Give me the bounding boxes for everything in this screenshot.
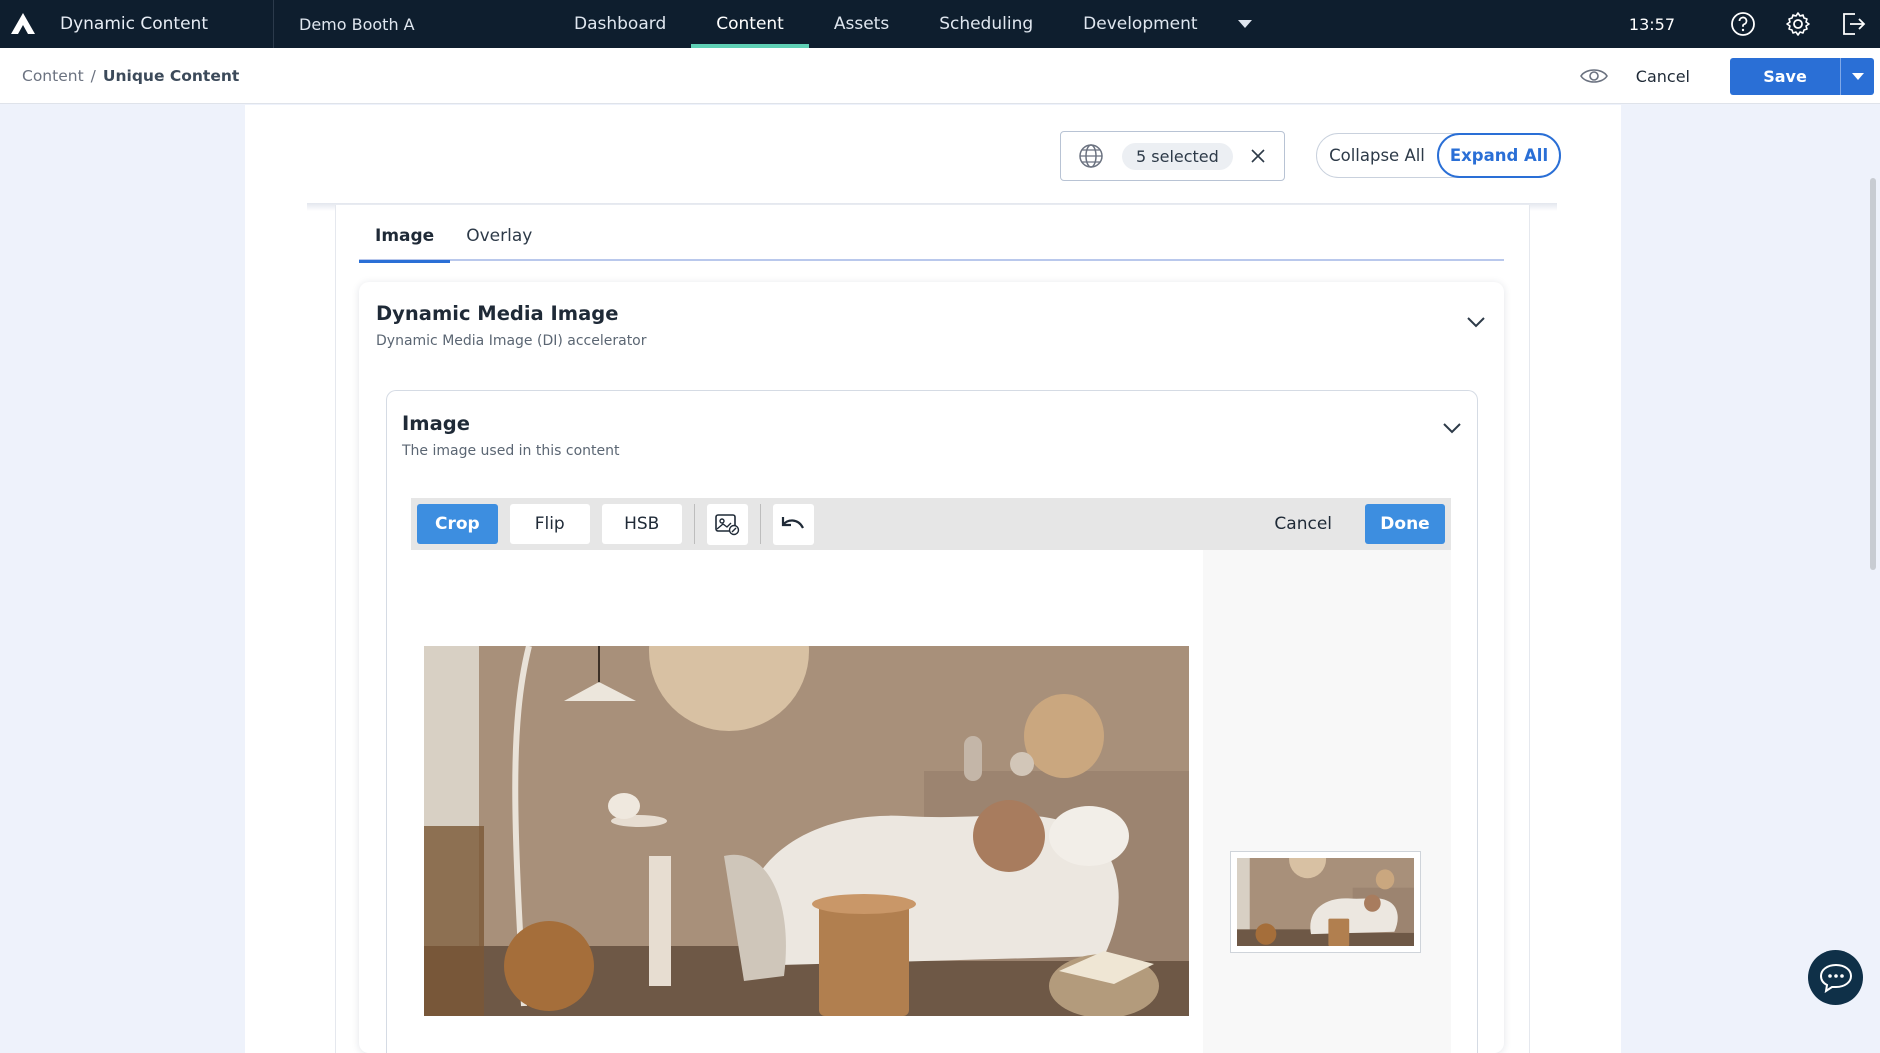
editor-done-button[interactable]: Done [1365,504,1445,544]
main-nav: Dashboard Content Assets Scheduling Deve… [549,0,1267,48]
hsb-button[interactable]: HSB [601,504,682,544]
save-options-dropdown[interactable] [1840,57,1874,95]
image-thumbnail-frame [1230,851,1421,953]
logout-icon[interactable] [1825,0,1880,48]
editor-cancel-button[interactable]: Cancel [1274,514,1332,534]
app-name[interactable]: Dynamic Content [46,14,273,34]
editor-actions: Cancel Done [1274,504,1445,544]
nav-assets[interactable]: Assets [809,0,914,48]
top-right-tools: 13:57 [1629,0,1880,48]
locale-selected-chip: 5 selected [1122,142,1233,170]
card-subtitle: Dynamic Media Image (DI) accelerator [376,333,647,349]
content-actions: Cancel Save [1574,48,1880,104]
globe-icon [1079,144,1103,168]
eye-icon[interactable] [1574,56,1614,96]
nav-development[interactable]: Development [1058,0,1222,48]
clock: 13:57 [1628,14,1675,34]
dynamic-media-image-card: Dynamic Media Image Dynamic Media Image … [359,282,1504,1053]
hub-name[interactable]: Demo Booth A [273,0,549,48]
image-field-card: Image The image used in this content Cro… [386,390,1478,1053]
field-tabs: Image Overlay [359,211,1504,263]
save-button[interactable]: Save [1730,57,1840,95]
room-image[interactable] [424,646,1189,1016]
locale-filter[interactable]: 5 selected [1060,131,1285,181]
top-navigation-bar: Dynamic Content Demo Booth A Dashboard C… [0,0,1880,48]
clear-selection-icon[interactable] [1251,149,1265,163]
breadcrumb: Content / Unique Content [0,67,239,85]
page-scrollbar[interactable] [1870,178,1876,570]
crop-button[interactable]: Crop [417,504,498,544]
image-edit-icon[interactable] [706,503,748,545]
help-icon[interactable] [1715,0,1770,48]
tab-overlay[interactable]: Overlay [450,211,548,261]
content-panel: 5 selected Collapse All Expand All Image… [245,105,1621,1053]
breadcrumb-current: Unique Content [102,66,240,85]
nav-more-dropdown[interactable] [1223,0,1267,48]
save-button-group: Save [1730,57,1874,95]
preview-panel [1203,550,1451,1053]
expand-all-button[interactable]: Expand All [1437,133,1561,178]
breadcrumb-bar: Content / Unique Content Cancel Save [0,48,1880,104]
image-thumbnail[interactable] [1237,858,1414,946]
nav-dashboard[interactable]: Dashboard [549,0,691,48]
nav-content[interactable]: Content [691,0,809,48]
collapse-expand-toggle: Collapse All Expand All [1316,133,1561,178]
chevron-down-icon[interactable] [1464,310,1488,334]
card-title: Dynamic Media Image [376,302,619,325]
image-field-subtitle: The image used in this content [402,443,620,459]
app-logo-icon[interactable] [0,0,46,48]
chat-icon [1819,963,1852,993]
chat-button[interactable] [1808,950,1863,1005]
breadcrumb-content[interactable]: Content [22,67,84,85]
flip-button[interactable]: Flip [509,504,590,544]
tab-image[interactable]: Image [359,211,451,263]
undo-icon[interactable] [772,503,814,545]
collapse-all-button[interactable]: Collapse All [1317,134,1437,177]
image-field-title: Image [402,412,470,435]
cancel-button[interactable]: Cancel [1636,67,1690,86]
toolbar-divider [759,504,761,544]
chevron-down-icon[interactable] [1440,416,1464,440]
image-editor-toolbar: Crop Flip HSB Cancel Done [411,498,1451,550]
caret-down-icon [1851,72,1864,80]
toolbar-divider [693,504,695,544]
gear-icon[interactable] [1770,0,1825,48]
nav-scheduling[interactable]: Scheduling [914,0,1058,48]
breadcrumb-separator: / [90,66,96,85]
caret-down-icon [1237,20,1252,28]
